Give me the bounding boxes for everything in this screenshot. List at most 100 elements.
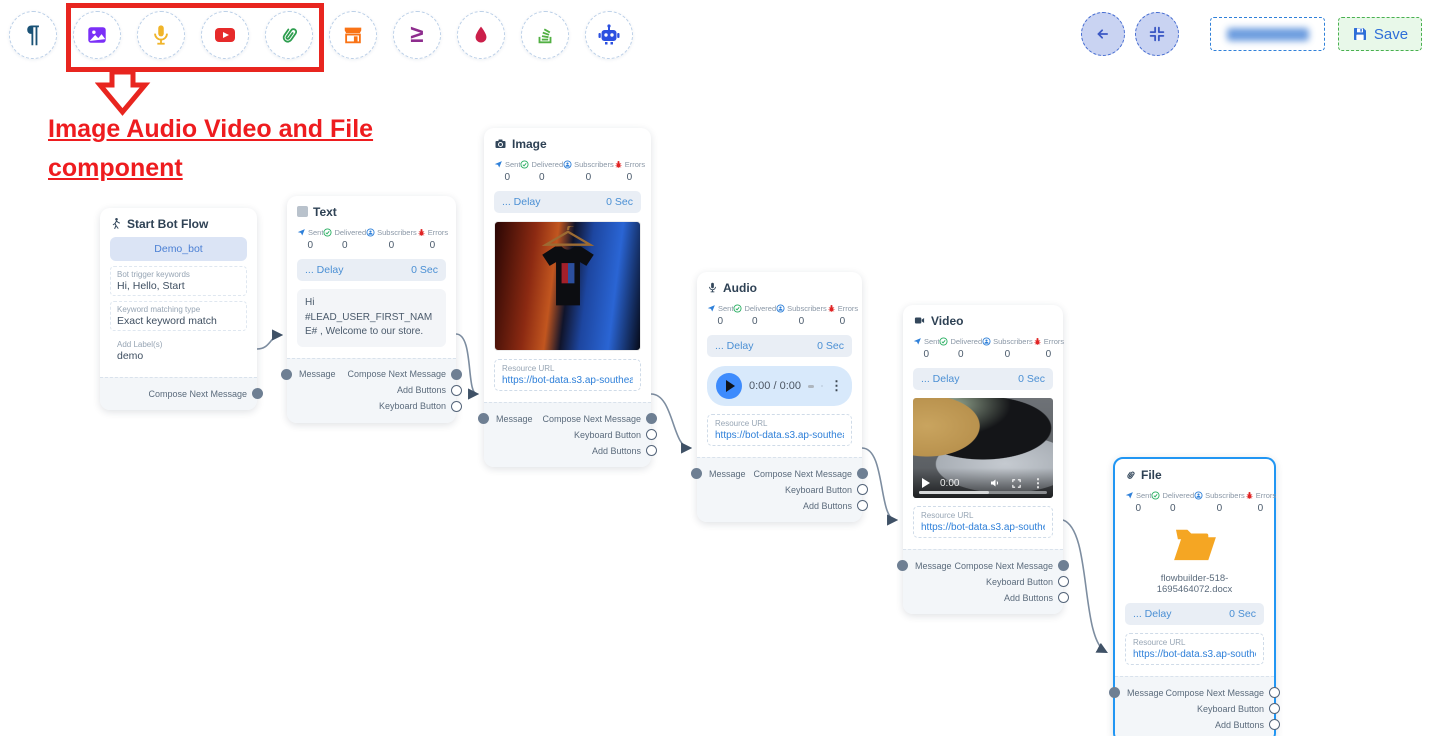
- resource-url-field[interactable]: Resource URL https://bot-data.s3.ap-sout…: [494, 359, 641, 391]
- toolbar-image-component[interactable]: [73, 11, 121, 59]
- robot-icon: [597, 23, 621, 47]
- port-message-in[interactable]: [478, 413, 489, 424]
- toolbar-text-component[interactable]: ¶: [9, 11, 57, 59]
- video-preview[interactable]: 0:00 ⋮: [913, 398, 1053, 498]
- port-keyboard-button[interactable]: [1058, 576, 1069, 587]
- redacted-button[interactable]: [1210, 17, 1325, 51]
- toolbar-drip-component[interactable]: [457, 11, 505, 59]
- bot-name-button[interactable]: Demo_bot: [110, 237, 247, 261]
- stat-errors: 0: [1033, 349, 1064, 360]
- port-compose-next-message[interactable]: [252, 388, 263, 399]
- node-start-bot-flow[interactable]: Start Bot Flow Demo_bot Bot trigger keyw…: [100, 208, 257, 410]
- delay-bar[interactable]: ... Delay 0 Sec: [297, 259, 446, 281]
- delay-value: 0 Sec: [411, 264, 438, 276]
- port-message-in[interactable]: [691, 468, 702, 479]
- toolbar-audio-component[interactable]: [137, 11, 185, 59]
- port-add-buttons[interactable]: [1269, 719, 1280, 730]
- image-icon: [86, 24, 108, 46]
- save-label: Save: [1374, 26, 1408, 43]
- port-message-in[interactable]: [281, 369, 292, 380]
- node-video[interactable]: Video Sent0 Delivered0 Subscribers0 Erro…: [903, 305, 1063, 614]
- stat-subscribers: 0: [982, 349, 1033, 360]
- port-compose-next-message[interactable]: [1269, 687, 1280, 698]
- stats-row: Sent0 Delivered0 Subscribers0 Errors0: [494, 160, 641, 183]
- port-add-buttons[interactable]: [1058, 592, 1069, 603]
- resource-url-link[interactable]: https://bot-data.s3.ap-southeast-1.wasab…: [1133, 649, 1256, 660]
- audio-progress[interactable]: [808, 385, 814, 388]
- fit-view-button[interactable]: [1135, 12, 1179, 56]
- port-label-message: Message: [1127, 688, 1164, 698]
- flow-builder-canvas[interactable]: ¶ ≥ Image Audio Video and File component: [0, 0, 1430, 736]
- delay-bar[interactable]: ... Delay 0 Sec: [707, 335, 852, 357]
- save-button[interactable]: Save: [1338, 17, 1422, 51]
- port-compose-next-message[interactable]: [646, 413, 657, 424]
- video-menu-icon[interactable]: ⋮: [1032, 476, 1044, 490]
- resource-url-link[interactable]: https://bot-data.s3.ap-southeast-1.wasab…: [921, 522, 1045, 533]
- port-add-buttons[interactable]: [857, 500, 868, 511]
- resource-url-field[interactable]: Resource URL https://bot-data.s3.ap-sout…: [1125, 633, 1264, 665]
- subscribers-icon: [1194, 491, 1203, 500]
- port-message-in[interactable]: [897, 560, 908, 571]
- toolbar-sequence-component[interactable]: [521, 11, 569, 59]
- toolbar-file-component[interactable]: [265, 11, 313, 59]
- delay-bar[interactable]: ... Delay 0 Sec: [1125, 603, 1264, 625]
- toolbar-condition-component[interactable]: ≥: [393, 11, 441, 59]
- node-text[interactable]: Text Sent0 Delivered0 Subscribers0 Error…: [287, 196, 456, 423]
- delay-bar[interactable]: ... Delay 0 Sec: [913, 368, 1053, 390]
- audio-menu-icon[interactable]: ⋮: [830, 378, 843, 394]
- field-label: Keyword matching type: [117, 305, 240, 314]
- port-keyboard-button[interactable]: [857, 484, 868, 495]
- errors-icon: [1245, 491, 1254, 500]
- video-progress[interactable]: [919, 491, 1047, 494]
- node-audio[interactable]: Audio Sent0 Delivered0 Subscribers0 Erro…: [697, 272, 862, 522]
- stat-delivered: 0: [939, 349, 982, 360]
- matching-type-field[interactable]: Keyword matching type Exact keyword matc…: [110, 301, 247, 331]
- stat-errors: 0: [417, 240, 448, 251]
- resource-url-field[interactable]: Resource URL https://bot-data.s3.ap-sout…: [913, 506, 1053, 538]
- port-label-compose: Compose Next Message: [347, 369, 446, 379]
- microphone-icon: [150, 24, 172, 46]
- wire-start-to-text: [257, 335, 281, 349]
- fullscreen-icon[interactable]: [1011, 478, 1022, 489]
- arrow-left-icon: [1093, 24, 1113, 44]
- tshirt-graphic: [522, 226, 614, 348]
- node-title: Image: [512, 137, 547, 151]
- port-compose-next-message[interactable]: [451, 369, 462, 380]
- node-file[interactable]: File Sent0 Delivered0 Subscribers0 Error…: [1113, 457, 1276, 736]
- resource-url-field[interactable]: Resource URL https://bot-data.s3.ap-sout…: [707, 414, 852, 446]
- image-preview[interactable]: [494, 221, 641, 351]
- volume-icon[interactable]: [821, 380, 823, 392]
- play-icon[interactable]: [922, 478, 930, 488]
- wire-video-to-file: [1063, 520, 1106, 652]
- port-label-message: Message: [915, 561, 952, 571]
- trigger-keywords-field[interactable]: Bot trigger keywords Hi, Hello, Start: [110, 266, 247, 296]
- volume-icon[interactable]: [989, 477, 1001, 489]
- video-time: 0:00: [940, 478, 959, 489]
- port-add-buttons[interactable]: [451, 385, 462, 396]
- port-keyboard-button[interactable]: [1269, 703, 1280, 714]
- resource-url-link[interactable]: https://bot-data.s3.ap-southeast-1.wasab…: [502, 375, 633, 386]
- port-message-in[interactable]: [1109, 687, 1120, 698]
- sent-icon: [494, 160, 503, 169]
- port-keyboard-button[interactable]: [451, 401, 462, 412]
- add-labels-field[interactable]: Add Label(s) demo: [110, 336, 247, 366]
- delay-value: 0 Sec: [606, 196, 633, 208]
- play-button[interactable]: [716, 373, 742, 399]
- toolbar-ai-component[interactable]: [585, 11, 633, 59]
- stack-icon: [534, 24, 556, 46]
- resource-url-link[interactable]: https://bot-data.s3.ap-southeast-1.wasab…: [715, 430, 844, 441]
- audio-player[interactable]: 0:00 / 0:00 ⋮: [707, 366, 852, 406]
- node-image[interactable]: Image Sent0 Delivered0 Subscribers0 Erro…: [484, 128, 651, 467]
- port-compose-next-message[interactable]: [857, 468, 868, 479]
- port-add-buttons[interactable]: [646, 445, 657, 456]
- message-text-box[interactable]: Hi #LEAD_USER_FIRST_NAME# , Welcome to o…: [297, 289, 446, 347]
- port-compose-next-message[interactable]: [1058, 560, 1069, 571]
- delivered-icon: [939, 337, 948, 346]
- back-button[interactable]: [1081, 12, 1125, 56]
- toolbar-video-component[interactable]: [201, 11, 249, 59]
- delay-bar[interactable]: ... Delay 0 Sec: [494, 191, 641, 213]
- file-preview[interactable]: flowbuilder-518-1695464072.docx: [1125, 524, 1264, 595]
- port-keyboard-button[interactable]: [646, 429, 657, 440]
- stat-subscribers: 0: [776, 316, 827, 327]
- toolbar-ecommerce-component[interactable]: [329, 11, 377, 59]
